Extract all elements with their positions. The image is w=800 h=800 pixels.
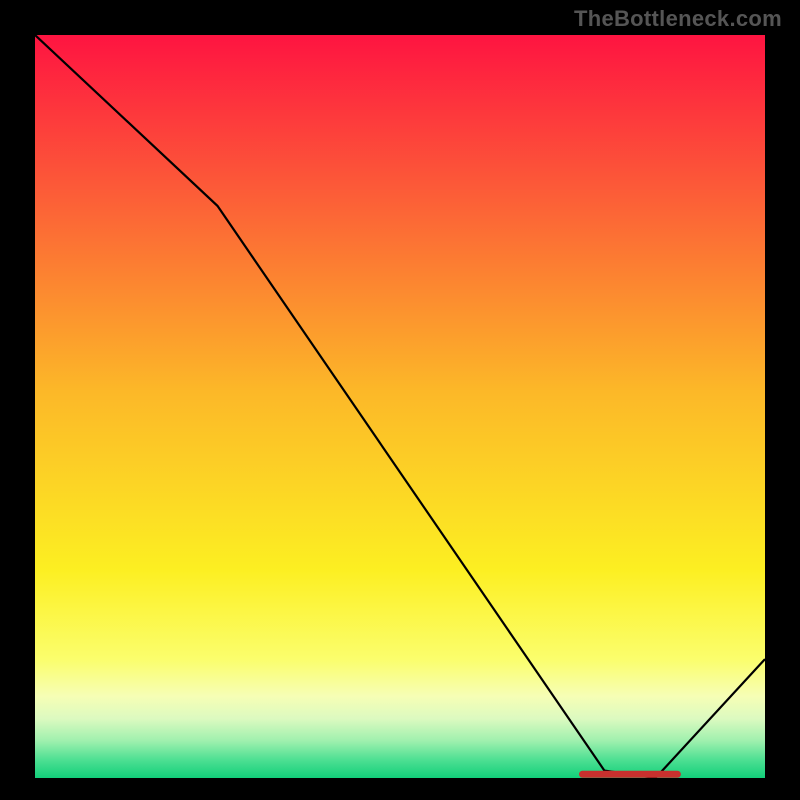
chart-frame: TheBottleneck.com: [0, 0, 800, 800]
plot-background: [35, 35, 765, 778]
watermark: TheBottleneck.com: [574, 6, 782, 32]
bottleneck-chart: [35, 35, 765, 778]
